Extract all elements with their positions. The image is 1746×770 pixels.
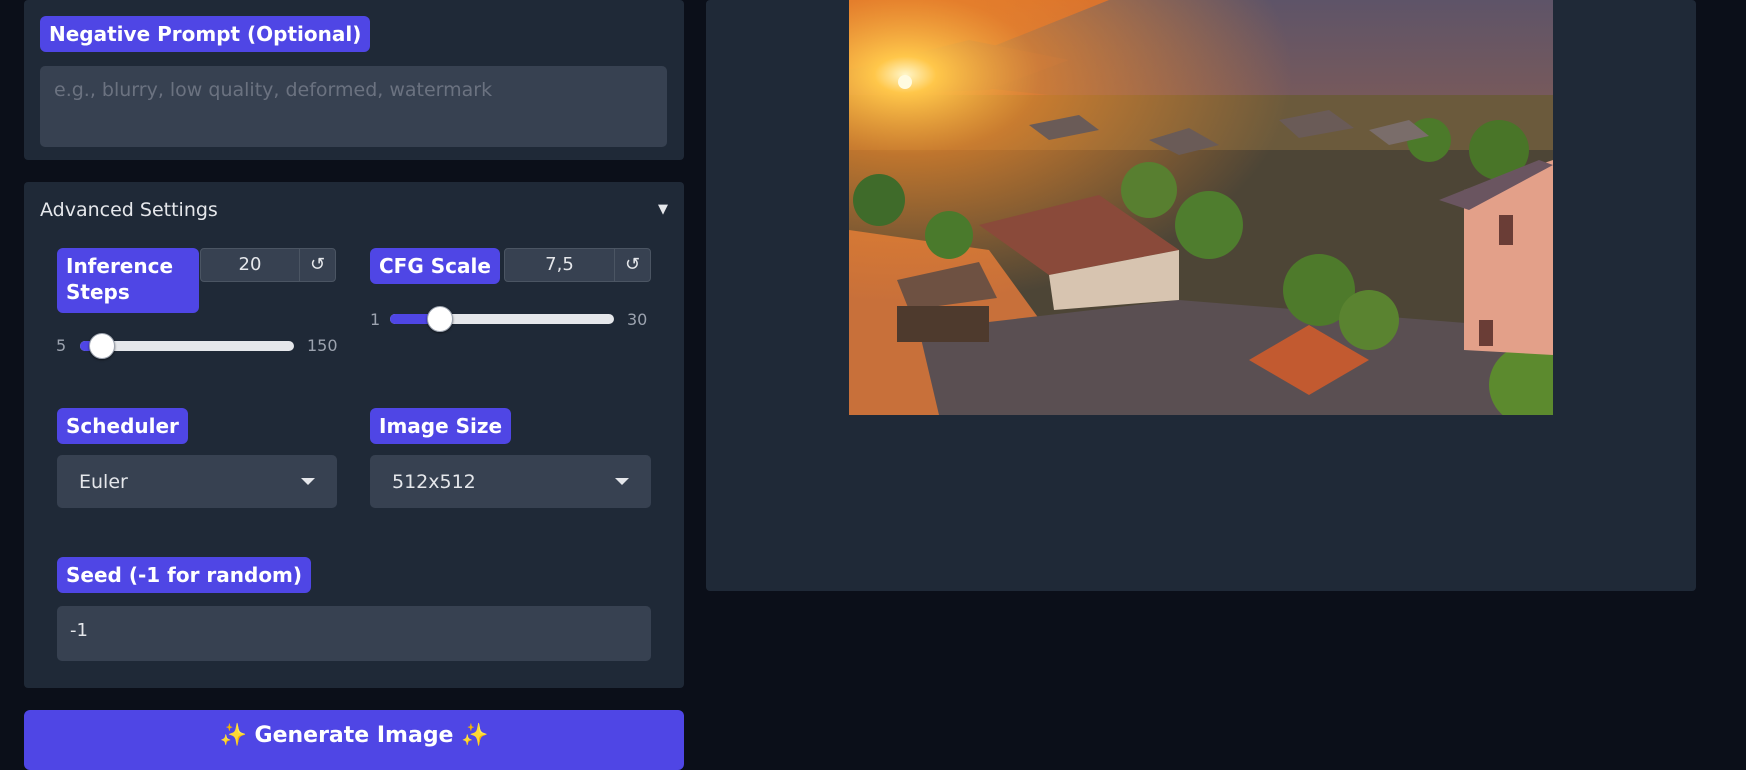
scheduler-selected-value: Euler [79,470,128,493]
seed-value: -1 [70,620,88,641]
inference-steps-label: Inference Steps [57,248,199,313]
generate-image-button-label: ✨ Generate Image ✨ [219,723,489,748]
inference-steps-min: 5 [56,336,67,355]
cfg-scale-label: CFG Scale [370,248,500,284]
cfg-scale-max: 30 [627,310,648,329]
generated-image [849,0,1553,415]
generate-image-button[interactable]: ✨ Generate Image ✨ [24,710,684,770]
seed-label: Seed (-1 for random) [57,557,312,593]
chevron-down-icon [615,478,629,485]
negative-prompt-placeholder: e.g., blurry, low quality, deformed, wat… [54,79,493,101]
negative-prompt-label: Negative Prompt (Optional) [40,16,371,52]
inference-steps-number[interactable]: 20 ↺ [200,248,336,282]
cfg-scale-min: 1 [370,310,381,329]
inference-steps-slider[interactable] [80,333,294,359]
cfg-scale-slider[interactable] [390,306,614,332]
inference-steps-slider-thumb[interactable] [89,333,116,359]
advanced-settings-header[interactable]: Advanced Settings ▼ [40,196,668,226]
cfg-scale-value: 7,5 [545,254,574,275]
cfg-scale-reset-icon[interactable]: ↺ [614,249,650,281]
advanced-settings-title: Advanced Settings [40,199,218,221]
chevron-down-icon [301,478,315,485]
inference-steps-reset-icon[interactable]: ↺ [299,249,335,281]
cfg-scale-number[interactable]: 7,5 ↺ [504,248,651,282]
image-size-selected-value: 512x512 [392,470,476,493]
collapse-toggle-icon: ▼ [658,202,668,217]
scheduler-label: Scheduler [57,408,188,444]
image-size-select[interactable]: 512x512 [370,455,651,508]
seed-input[interactable]: -1 [57,606,651,661]
scheduler-select[interactable]: Euler [57,455,337,508]
cfg-scale-slider-thumb[interactable] [427,306,454,332]
inference-steps-value: 20 [238,254,262,275]
image-size-label: Image Size [370,408,512,444]
negative-prompt-input[interactable]: e.g., blurry, low quality, deformed, wat… [40,66,667,147]
inference-steps-max: 150 [307,336,338,355]
landscape-image-svg [849,0,1553,415]
